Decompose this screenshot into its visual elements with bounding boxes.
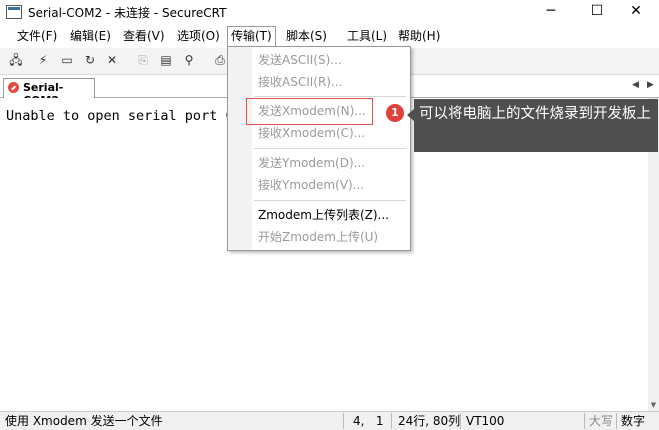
connect-tab-icon[interactable]: ▭ — [59, 53, 75, 68]
menu-file[interactable]: 文件(F) — [14, 27, 60, 46]
annotation-callout: 可以将电脑上的文件烧录到开发板上 — [407, 99, 658, 152]
menu-script[interactable]: 脚本(S) — [283, 27, 330, 46]
disconnected-icon — [8, 82, 19, 93]
menu-receive-ymodem[interactable]: 接收Ymodem(V)... — [258, 174, 364, 196]
securecrt-app-icon — [6, 5, 22, 19]
status-divider — [584, 413, 585, 429]
disconnect-icon[interactable]: ✕ — [104, 53, 120, 68]
menu-bar: 文件(F) 编辑(E) 查看(V) 选项(O) 传输(T) 脚本(S) 工具(L… — [0, 25, 659, 47]
menu-divider — [254, 200, 406, 201]
menu-zmodem-upload-list[interactable]: Zmodem上传列表(Z)... — [258, 204, 389, 226]
transfer-menu-dropdown: 发送ASCII(S)... 接收ASCII(R)... 发送Xmodem(N).… — [227, 46, 411, 251]
tab-serial-com2[interactable]: Serial-COM2 — [3, 78, 95, 107]
menu-send-ymodem[interactable]: 发送Ymodem(D)... — [258, 152, 365, 174]
window-title: Serial-COM2 - 未连接 - SecureCRT — [28, 6, 227, 20]
menu-divider — [254, 96, 406, 97]
cursor-position: 4, 1 — [353, 414, 384, 428]
callout-text: 可以将电脑上的文件烧录到开发板上 — [419, 106, 651, 122]
status-bar: 使用 Xmodem 发送一个文件 4, 1 24行, 80列 VT100 大写 … — [0, 411, 659, 430]
connect-icon[interactable]: 🖧 — [8, 53, 24, 68]
paste-icon[interactable]: ▤ — [158, 53, 174, 68]
title-bar: Serial-COM2 - 未连接 - SecureCRT ─ ☐ ✕ — [0, 0, 659, 24]
step-badge: 1 — [386, 104, 404, 122]
caps-lock-indicator: 大写 — [589, 414, 614, 428]
tab-scroll-left-icon[interactable]: ◀ — [632, 80, 639, 90]
print-icon[interactable]: ⎙ — [212, 53, 228, 68]
copy-icon[interactable]: ⎘ — [135, 53, 151, 68]
quick-connect-icon[interactable]: ⚡ — [35, 53, 51, 68]
menu-send-ascii[interactable]: 发送ASCII(S)... — [258, 49, 342, 71]
terminal-output-line: Unable to open serial port C — [6, 108, 234, 124]
menu-help[interactable]: 帮助(H) — [395, 27, 443, 46]
menu-start-zmodem-upload[interactable]: 开始Zmodem上传(U) — [258, 226, 378, 248]
menu-options[interactable]: 选项(O) — [174, 27, 223, 46]
close-button[interactable]: ✕ — [613, 0, 659, 24]
scroll-down-icon[interactable]: ▼ — [648, 399, 659, 411]
find-icon[interactable]: ⚲ — [181, 53, 197, 68]
terminal-type: VT100 — [466, 414, 505, 428]
status-divider — [616, 413, 617, 429]
status-message: 使用 Xmodem 发送一个文件 — [5, 414, 163, 428]
num-lock-indicator: 数字 — [621, 414, 646, 428]
menu-divider — [254, 148, 406, 149]
minimize-button[interactable]: ─ — [528, 0, 574, 24]
status-divider — [343, 413, 344, 429]
highlight-box — [246, 98, 373, 125]
menu-transfer[interactable]: 传输(T) — [227, 26, 276, 47]
menu-view[interactable]: 查看(V) — [120, 27, 168, 46]
menu-receive-ascii[interactable]: 接收ASCII(R)... — [258, 71, 342, 93]
menu-edit[interactable]: 编辑(E) — [67, 27, 114, 46]
menu-icon-gutter — [228, 47, 252, 250]
status-divider — [460, 413, 461, 429]
menu-receive-xmodem[interactable]: 接收Xmodem(C)... — [258, 122, 365, 144]
tab-scroll-right-icon[interactable]: ▶ — [647, 80, 654, 90]
reconnect-icon[interactable]: ↻ — [82, 53, 98, 68]
terminal-size: 24行, 80列 — [398, 414, 461, 428]
status-divider — [391, 413, 392, 429]
menu-tools[interactable]: 工具(L) — [344, 27, 390, 46]
